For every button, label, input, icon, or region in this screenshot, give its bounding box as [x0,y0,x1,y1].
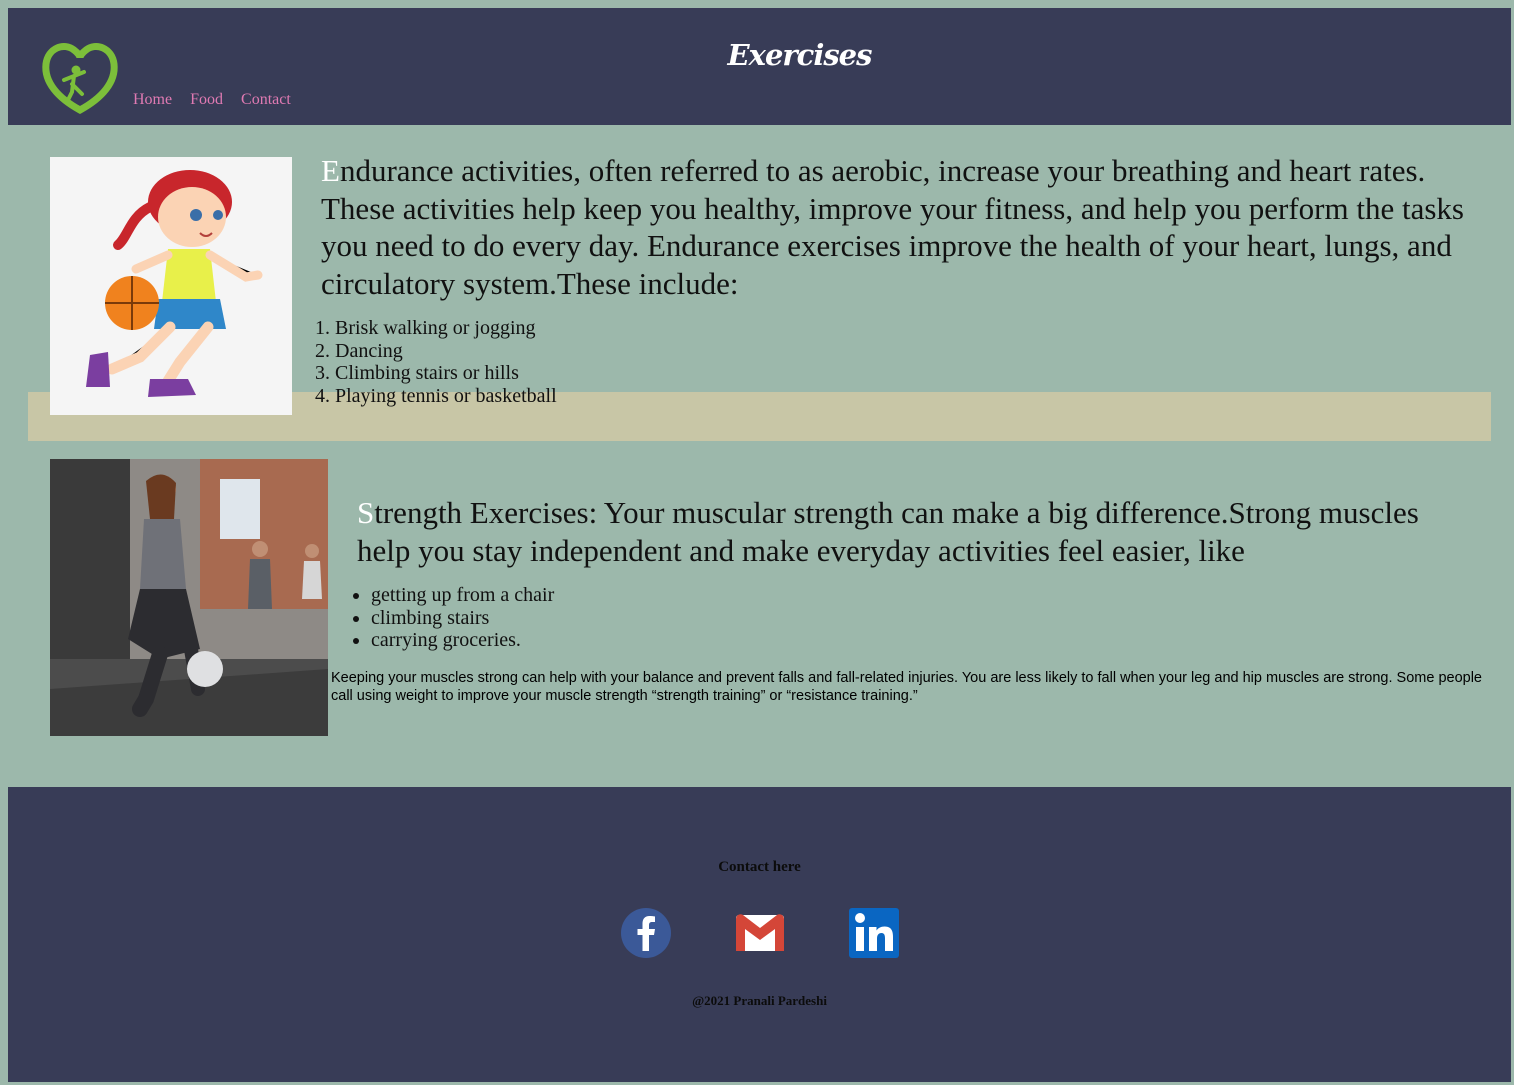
site-footer: Contact here @2021 Pranali Pardeshi [8,787,1511,1082]
contact-title: Contact here [718,859,801,875]
facebook-icon[interactable] [620,907,672,959]
nav-food-link[interactable]: Food [190,91,223,108]
nav-home-link[interactable]: Home [133,91,172,108]
copyright-text: @2021 Pranali Pardeshi [692,993,827,1008]
page-title: Exercises [727,38,873,72]
dropcap-e: E [321,153,340,188]
strength-list: getting up from a chair climbing stairs … [353,584,554,652]
endurance-list: Brisk walking or jogging Dancing Climbin… [315,317,557,407]
list-item: carrying groceries. [371,629,554,652]
dropcap-s: S [357,495,375,530]
endurance-text: ndurance activities, often referred to a… [321,153,1464,301]
strength-note: Keeping your muscles strong can help wit… [331,670,1482,704]
girl-basketball-illustration [50,157,292,415]
site-header: Home Food Contact Exercises [8,8,1511,125]
list-item: getting up from a chair [371,584,554,607]
list-item: Climbing stairs or hills [335,362,557,385]
strength-text: trength Exercises: Your muscular strengt… [357,495,1419,568]
gmail-icon[interactable] [734,907,786,959]
strength-paragraph: Strength Exercises: Your muscular streng… [357,494,1477,569]
nav-contact-link[interactable]: Contact [241,91,291,108]
main-nav: Home Food Contact [133,91,305,109]
list-item: climbing stairs [371,607,554,630]
linkedin-icon[interactable] [848,907,900,959]
list-item: Brisk walking or jogging [335,317,557,340]
gym-lunges-photo [50,459,328,736]
list-item: Dancing [335,340,557,363]
list-item: Playing tennis or basketball [335,385,557,408]
endurance-paragraph: Endurance activities, often referred to … [321,152,1481,302]
